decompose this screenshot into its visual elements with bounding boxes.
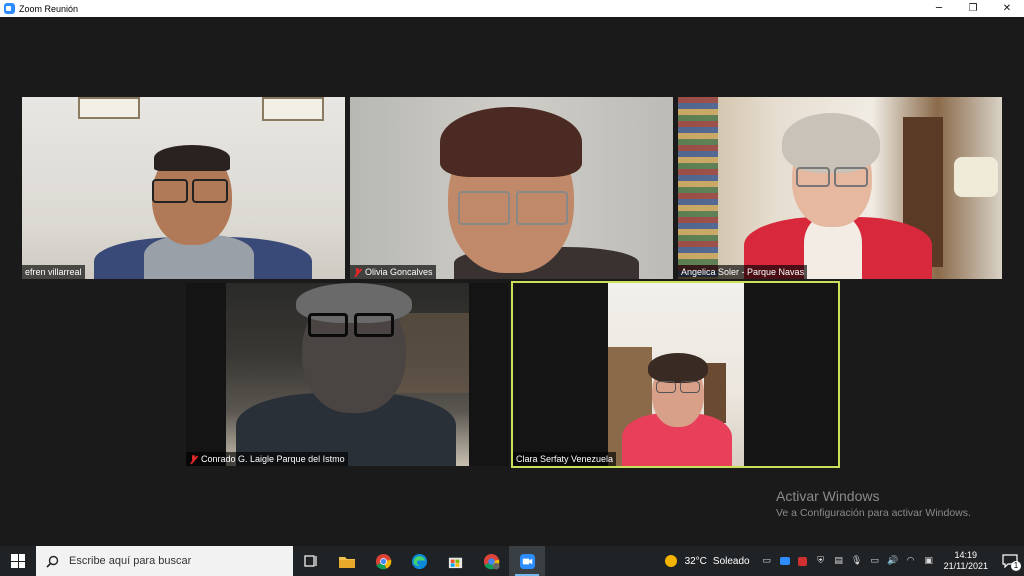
close-button[interactable]: ✕ (990, 0, 1024, 17)
zoom-taskbar-button[interactable] (509, 546, 545, 576)
participant-tile-active-speaker[interactable]: Clara Serfaty Venezuela (511, 281, 840, 468)
weather-description: Soleado (712, 555, 750, 567)
zoom-icon (519, 553, 535, 569)
meeting-gallery: efren villarreal Olivia Goncalves Angeli… (0, 17, 1024, 546)
windows-logo-icon (11, 554, 25, 568)
store-button[interactable] (437, 546, 473, 576)
participant-video (350, 97, 673, 279)
windows-taskbar: Escribe aquí para buscar 32°C Soleado ▭ … (0, 546, 1024, 576)
chrome-profile-button[interactable] (473, 546, 509, 576)
participant-name-label: Angelica Soler - Parque Navas (678, 265, 808, 279)
participant-name-label: efren villarreal (22, 265, 85, 279)
chrome-button[interactable] (365, 546, 401, 576)
participant-video (22, 97, 345, 279)
file-explorer-button[interactable] (329, 546, 365, 576)
sun-icon (664, 555, 677, 567)
task-view-button[interactable] (293, 546, 329, 576)
zoom-tray-icon[interactable] (777, 553, 793, 569)
participant-tile[interactable]: Conrado G. Laigle Parque del Istmo (186, 283, 509, 466)
participant-name-label: Conrado G. Laigle Parque del Istmo (186, 452, 348, 466)
wifi-icon[interactable]: ◠ (903, 553, 919, 569)
muted-mic-icon (353, 267, 362, 277)
watermark-subtitle: Ve a Configuración para activar Windows. (776, 507, 971, 519)
zoom-app-icon (4, 3, 15, 14)
participant-tile[interactable]: Angelica Soler - Parque Navas (678, 97, 1002, 279)
participant-tile[interactable]: Olivia Goncalves (350, 97, 673, 279)
search-icon (46, 555, 59, 568)
minimize-button[interactable]: ─ (922, 0, 956, 17)
screen-share-icon[interactable]: ▭ (759, 553, 775, 569)
watermark-title: Activar Windows (776, 488, 880, 504)
edge-button[interactable] (401, 546, 437, 576)
taskbar-search-box[interactable]: Escribe aquí para buscar (36, 546, 293, 576)
window-titlebar: Zoom Reunión ─ ❐ ✕ (0, 0, 1024, 17)
volume-icon[interactable]: 🔊 (885, 553, 901, 569)
microphone-icon[interactable]: 🎙 (849, 553, 865, 569)
defender-icon[interactable] (795, 553, 811, 569)
participant-name-label: Clara Serfaty Venezuela (513, 452, 617, 466)
chrome-profile-icon (483, 553, 500, 570)
windows-activation-watermark: Activar Windows Ve a Configuración para … (776, 488, 971, 519)
weather-temperature: 32°C (684, 555, 707, 567)
store-icon (448, 557, 462, 568)
task-view-icon (304, 555, 317, 567)
security-icon[interactable]: ⛨ (813, 553, 829, 569)
language-icon[interactable]: ▣ (921, 553, 937, 569)
system-tray: 32°C Soleado ▭ ⛨ ▤ 🎙 ▭ 🔊 ◠ ▣ 14:19 21/11… (664, 546, 1024, 576)
onedrive-icon[interactable]: ▤ (831, 553, 847, 569)
participant-tile[interactable]: efren villarreal (22, 97, 345, 279)
participant-name-label: Olivia Goncalves (350, 265, 436, 279)
action-center-button[interactable]: 1 (996, 546, 1024, 576)
clock-time: 14:19 (954, 550, 978, 560)
window-controls: ─ ❐ ✕ (922, 0, 1024, 17)
folder-icon (339, 556, 355, 568)
maximize-button[interactable]: ❐ (956, 0, 990, 17)
participant-video (226, 283, 469, 466)
clock-date: 21/11/2021 (943, 561, 988, 571)
notification-count: 1 (1011, 561, 1021, 571)
window-title: Zoom Reunión (19, 3, 79, 14)
chrome-icon (375, 553, 391, 569)
weather-widget[interactable]: 32°C Soleado (664, 555, 750, 567)
battery-icon[interactable]: ▭ (867, 553, 883, 569)
search-placeholder: Escribe aquí para buscar (69, 555, 192, 567)
participant-video (608, 283, 744, 466)
edge-icon (411, 553, 427, 569)
start-button[interactable] (0, 546, 36, 576)
participant-video (678, 97, 1002, 279)
clock[interactable]: 14:19 21/11/2021 (944, 550, 988, 572)
muted-mic-icon (189, 454, 198, 464)
